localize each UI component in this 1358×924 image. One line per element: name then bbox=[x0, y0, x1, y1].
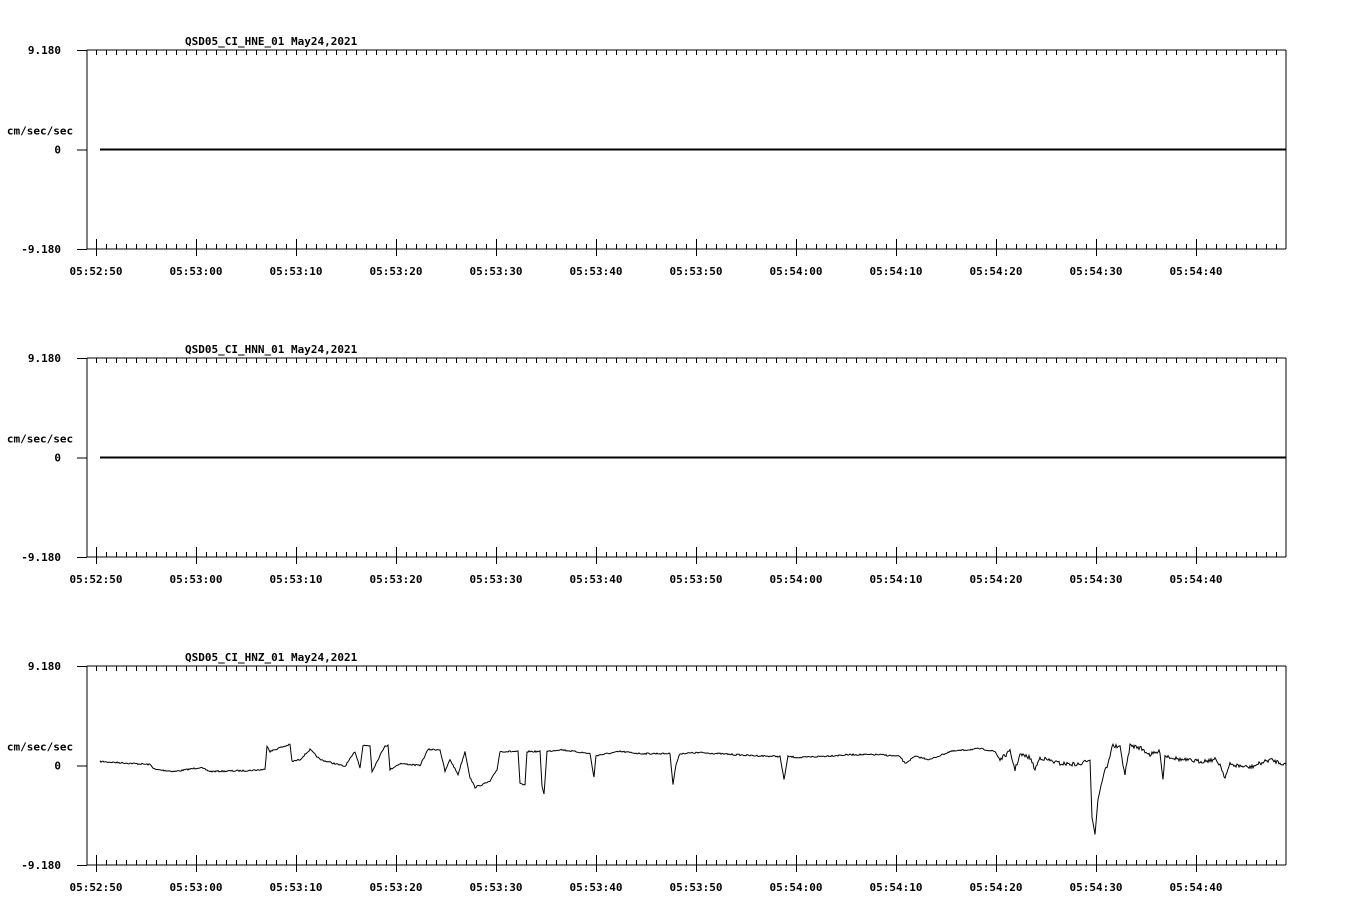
seismogram-figure: 9.180 0 -9.180 cm/sec/sec QSD05_CI_HNE_01 Ma… bbox=[7, 35, 1287, 894]
x-tick-label: 05:54:00 bbox=[770, 881, 823, 894]
x-tick-label: 05:53:20 bbox=[370, 881, 423, 894]
x-tick-label: 05:53:50 bbox=[670, 573, 723, 586]
y-tick-label: -9.180 bbox=[21, 243, 61, 256]
x-tick-label: 05:54:20 bbox=[970, 881, 1023, 894]
y-tick-label: -9.180 bbox=[21, 551, 61, 564]
y-axis-label: cm/sec/sec bbox=[7, 741, 73, 754]
x-tick-label: 05:54:40 bbox=[1170, 265, 1223, 278]
chart-title: QSD05_CI_HNN_01 May24,2021 bbox=[185, 343, 358, 356]
y-tick-label: 9.180 bbox=[28, 44, 61, 57]
x-tick-label: 05:53:40 bbox=[570, 573, 623, 586]
x-tick-label: 05:54:10 bbox=[870, 573, 923, 586]
x-tick-label: 05:54:20 bbox=[970, 573, 1023, 586]
x-tick-label: 05:53:00 bbox=[170, 265, 223, 278]
x-tick-label: 05:53:00 bbox=[170, 881, 223, 894]
x-tick-label: 05:53:50 bbox=[670, 881, 723, 894]
x-tick-label: 05:53:40 bbox=[570, 265, 623, 278]
x-tick-label: 05:54:00 bbox=[770, 573, 823, 586]
y-tick-label: 0 bbox=[54, 452, 61, 465]
x-tick-label: 05:53:10 bbox=[270, 573, 323, 586]
x-tick-label: 05:53:10 bbox=[270, 265, 323, 278]
y-axis-label: cm/sec/sec bbox=[7, 125, 73, 138]
x-tick-label: 05:53:30 bbox=[470, 881, 523, 894]
y-axis-label: cm/sec/sec bbox=[7, 433, 73, 446]
x-tick-label: 05:52:50 bbox=[70, 265, 123, 278]
x-tick-label: 05:53:20 bbox=[370, 265, 423, 278]
x-tick-label: 05:53:10 bbox=[270, 881, 323, 894]
x-tick-label: 05:54:10 bbox=[870, 881, 923, 894]
x-tick-label: 05:54:30 bbox=[1070, 265, 1123, 278]
x-tick-label: 05:53:50 bbox=[670, 265, 723, 278]
y-tick-label: 0 bbox=[54, 144, 61, 157]
y-tick-label: 0 bbox=[54, 760, 61, 773]
chart-title: QSD05_CI_HNE_01 May24,2021 bbox=[185, 35, 358, 48]
x-tick-label: 05:52:50 bbox=[70, 881, 123, 894]
y-tick-label: 9.180 bbox=[28, 660, 61, 673]
y-tick-label: -9.180 bbox=[21, 859, 61, 872]
y-tick-label: 9.180 bbox=[28, 352, 61, 365]
x-tick-label: 05:53:00 bbox=[170, 573, 223, 586]
x-tick-label: 05:54:30 bbox=[1070, 573, 1123, 586]
x-tick-label: 05:53:40 bbox=[570, 881, 623, 894]
x-tick-label: 05:54:40 bbox=[1170, 573, 1223, 586]
x-tick-label: 05:53:30 bbox=[470, 265, 523, 278]
panel-hne: 9.180 0 -9.180 cm/sec/sec QSD05_CI_HNE_01 Ma… bbox=[7, 35, 1287, 278]
trace-line bbox=[99, 742, 1287, 835]
x-tick-label: 05:54:10 bbox=[870, 265, 923, 278]
x-tick-label: 05:53:20 bbox=[370, 573, 423, 586]
x-tick-label: 05:54:30 bbox=[1070, 881, 1123, 894]
panel-hnz: 9.180 0 -9.180 cm/sec/sec QSD05_CI_HNZ_01 Ma… bbox=[7, 651, 1287, 894]
panel-hnn: 9.180 0 -9.180 cm/sec/sec QSD05_CI_HNN_01 Ma… bbox=[7, 343, 1287, 586]
x-tick-label: 05:53:30 bbox=[470, 573, 523, 586]
x-tick-label: 05:54:20 bbox=[970, 265, 1023, 278]
x-tick-label: 05:52:50 bbox=[70, 573, 123, 586]
x-tick-label: 05:54:00 bbox=[770, 265, 823, 278]
chart-title: QSD05_CI_HNZ_01 May24,2021 bbox=[185, 651, 358, 664]
x-tick-label: 05:54:40 bbox=[1170, 881, 1223, 894]
